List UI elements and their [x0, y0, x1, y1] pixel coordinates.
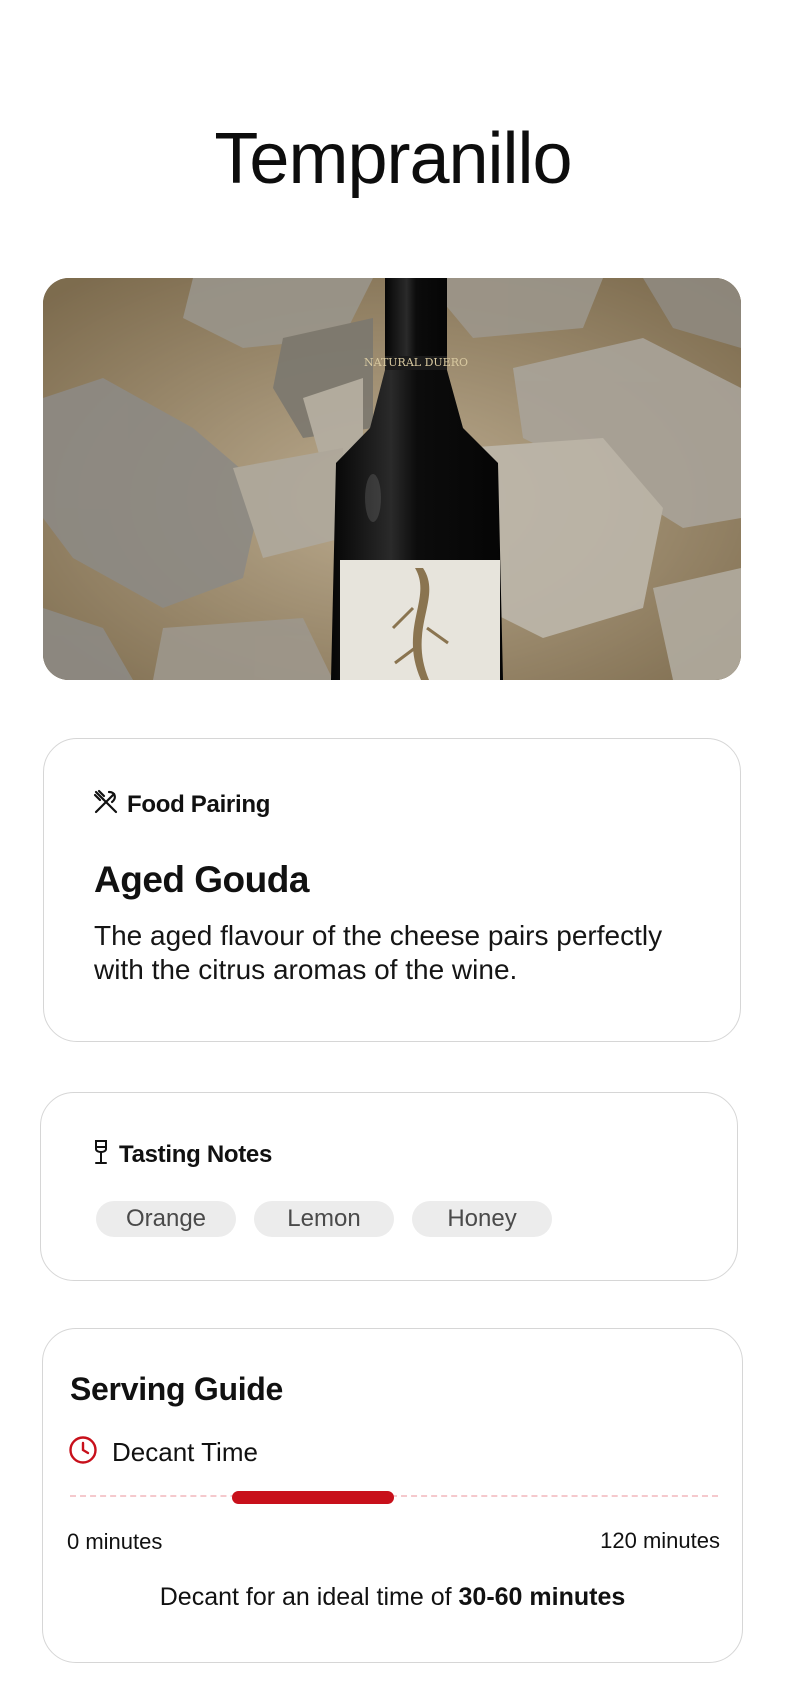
tasting-note-chip[interactable]: Lemon	[254, 1201, 394, 1237]
svg-text:NATURAL DUERO: NATURAL DUERO	[364, 356, 468, 369]
tasting-notes-list: Orange Lemon Honey	[96, 1201, 552, 1237]
decant-range-track	[70, 1495, 718, 1497]
decant-ideal-range	[232, 1491, 394, 1504]
page-title: Tempranillo	[214, 119, 572, 199]
decant-note-prefix: Decant for an ideal time of	[159, 1583, 452, 1611]
tasting-note-chip[interactable]: Orange	[96, 1201, 236, 1237]
utensils-crossed-icon	[93, 789, 119, 820]
decant-recommendation: Decant for an ideal time of 30-60 minute…	[43, 1583, 742, 1612]
wine-glass-icon	[91, 1139, 111, 1170]
serving-guide-heading: Serving Guide	[70, 1371, 284, 1407]
clock-icon	[68, 1435, 98, 1470]
wine-bottle-image: NATURAL DUERO	[43, 278, 741, 680]
serving-guide-card: Serving Guide Decant Time 0 minutes 120 …	[42, 1328, 743, 1663]
decant-note-value: 30-60 minutes	[458, 1583, 626, 1611]
tasting-note-chip[interactable]: Honey	[412, 1201, 552, 1237]
range-max-label: 120 minutes	[600, 1528, 720, 1553]
food-pairing-header: Food Pairing	[93, 789, 270, 820]
range-min-label: 0 minutes	[67, 1529, 163, 1554]
tasting-notes-heading: Tasting Notes	[119, 1140, 273, 1168]
food-pairing-card: Food Pairing Aged Gouda The aged flavour…	[43, 738, 741, 1042]
tasting-notes-card: Tasting Notes Orange Lemon Honey	[40, 1092, 738, 1281]
decant-time-row: Decant Time	[68, 1435, 258, 1470]
decant-time-label: Decant Time	[112, 1437, 258, 1467]
dish-name: Aged Gouda	[94, 859, 309, 900]
pairing-description: The aged flavour of the cheese pairs per…	[94, 920, 663, 985]
tasting-notes-header: Tasting Notes	[91, 1139, 272, 1170]
food-pairing-heading: Food Pairing	[127, 790, 271, 818]
